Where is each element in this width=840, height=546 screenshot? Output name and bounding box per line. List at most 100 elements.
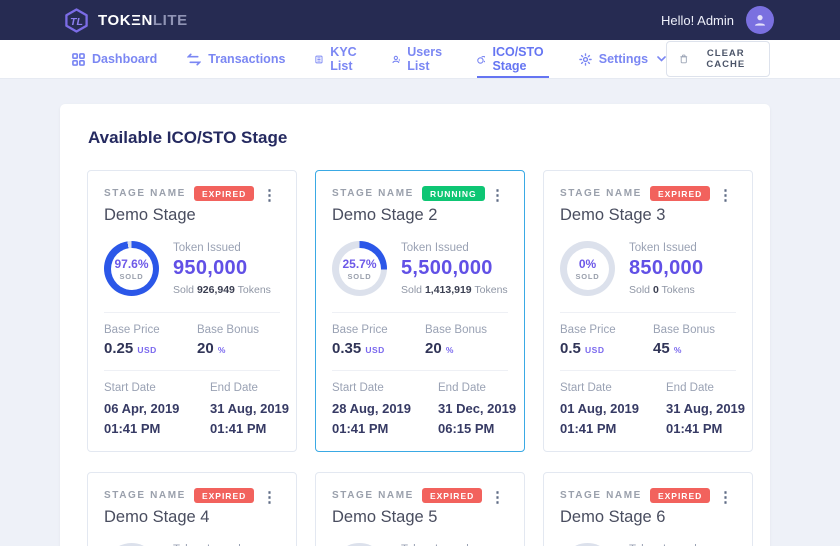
nav-item-ico-sto-stage[interactable]: ICO/STO Stage: [477, 40, 549, 78]
stage-card-6: STAGE NAME EXPIRED Demo Stage 6 ⋮ 0% SOL…: [543, 472, 753, 546]
base-price-label: Base Price: [560, 324, 643, 336]
chevron-down-icon: [657, 56, 666, 62]
nav-label: Settings: [599, 52, 648, 66]
percent-suffix: %: [674, 345, 682, 355]
base-bonus-value: 45 %: [653, 340, 736, 357]
page-title: Available ICO/STO Stage: [88, 128, 755, 148]
sold-tokens-value: 926,949: [197, 284, 235, 296]
token-issued-label: Token Issued: [173, 242, 271, 254]
user-avatar[interactable]: [746, 6, 774, 34]
stage-title: Demo Stage 5: [332, 508, 482, 527]
settings-icon: [579, 53, 592, 66]
stage-name-label: STAGE NAME: [104, 188, 186, 199]
transactions-icon: [187, 53, 201, 66]
kebab-menu-icon[interactable]: ⋮: [259, 186, 280, 225]
percent-suffix: %: [218, 345, 226, 355]
kebab-menu-icon[interactable]: ⋮: [715, 488, 736, 527]
tokenlite-logo-icon: TL: [64, 8, 89, 33]
stage-card-5: STAGE NAME EXPIRED Demo Stage 5 ⋮ 0% SOL…: [315, 472, 525, 546]
stage-name-label: STAGE NAME: [560, 490, 642, 501]
stage-title: Demo Stage: [104, 206, 254, 225]
nav-item-transactions[interactable]: Transactions: [187, 40, 285, 78]
nav-item-users-list[interactable]: Users List: [392, 40, 447, 78]
kyc-list-icon: [315, 53, 323, 66]
status-badge: EXPIRED: [194, 488, 254, 503]
status-badge: EXPIRED: [650, 488, 710, 503]
stage-name-label: STAGE NAME: [560, 188, 642, 199]
stage-title: Demo Stage 3: [560, 206, 710, 225]
nav-item-kyc-list[interactable]: KYC List: [315, 40, 361, 78]
sold-tokens-value: 1,413,919: [425, 284, 472, 296]
nav-label: ICO/STO Stage: [492, 45, 548, 73]
end-date-label: End Date: [666, 382, 762, 394]
sold-progress-donut: 25.7% SOLD: [332, 241, 387, 296]
svg-text:TL: TL: [70, 15, 83, 27]
base-bonus-value: 20 %: [425, 340, 508, 357]
stage-card-3: STAGE NAME EXPIRED Demo Stage 3 ⋮ 0% SOL…: [543, 170, 753, 452]
sold-word: SOLD: [347, 272, 371, 281]
clear-cache-button[interactable]: CLEAR CACHE: [666, 41, 770, 77]
token-issued-label: Token Issued: [401, 242, 508, 254]
sold-progress-donut: 97.6% SOLD: [104, 241, 159, 296]
token-issued-value: 5,500,000: [401, 257, 508, 280]
start-date-label: Start Date: [560, 382, 656, 394]
kebab-menu-icon[interactable]: ⋮: [715, 186, 736, 225]
stage-name-label: STAGE NAME: [332, 188, 414, 199]
kebab-menu-icon[interactable]: ⋮: [487, 488, 508, 527]
main-nav: Dashboard Transactions KYC List Users Li…: [0, 40, 840, 78]
content-panel: Available ICO/STO Stage STAGE NAME EXPIR…: [60, 104, 770, 546]
end-date-label: End Date: [210, 382, 306, 394]
kebab-menu-icon[interactable]: ⋮: [259, 488, 280, 527]
status-badge: RUNNING: [422, 186, 485, 201]
base-bonus-label: Base Bonus: [653, 324, 736, 336]
end-date-value: 31 Aug, 2019 01:41 PM: [210, 399, 306, 438]
sold-percentage: 0%: [579, 257, 596, 271]
user-icon: [753, 13, 767, 27]
stage-title: Demo Stage 2: [332, 206, 485, 225]
kebab-menu-icon[interactable]: ⋮: [487, 186, 508, 225]
base-price-value: 0.25 USD: [104, 340, 187, 357]
sold-tokens-line: Sold 0 Tokens: [629, 284, 703, 296]
top-header: TL TOKΞNLITE Hello! Admin: [0, 0, 840, 40]
brand[interactable]: TL TOKΞNLITE: [64, 8, 188, 33]
clear-cache-label: CLEAR CACHE: [696, 48, 756, 70]
stage-cards-grid: STAGE NAME EXPIRED Demo Stage ⋮ 97.6% SO…: [87, 170, 755, 546]
token-issued-value: 950,000: [173, 257, 271, 280]
base-price-label: Base Price: [332, 324, 415, 336]
nav-label: Users List: [407, 45, 446, 73]
end-date-value: 31 Aug, 2019 01:41 PM: [666, 399, 762, 438]
start-date-value: 28 Aug, 2019 01:41 PM: [332, 399, 428, 438]
stage-title: Demo Stage 4: [104, 508, 254, 527]
usd-suffix: USD: [585, 345, 604, 355]
start-date-value: 06 Apr, 2019 01:41 PM: [104, 399, 200, 438]
stage-card-1: STAGE NAME EXPIRED Demo Stage ⋮ 97.6% SO…: [87, 170, 297, 452]
sold-word: SOLD: [575, 272, 599, 281]
nav-item-dashboard[interactable]: Dashboard: [72, 40, 157, 78]
end-date-value: 31 Dec, 2019 06:15 PM: [438, 399, 534, 438]
base-price-value: 0.35 USD: [332, 340, 415, 357]
sold-tokens-line: Sold 1,413,919 Tokens: [401, 284, 508, 296]
usd-suffix: USD: [365, 345, 384, 355]
sold-percentage: 97.6%: [114, 257, 148, 271]
sold-tokens-value: 0: [653, 284, 659, 296]
start-date-label: Start Date: [332, 382, 428, 394]
nav-item-settings[interactable]: Settings: [579, 40, 666, 78]
nav-label: Transactions: [208, 52, 285, 66]
base-price-label: Base Price: [104, 324, 187, 336]
status-badge: EXPIRED: [650, 186, 710, 201]
percent-suffix: %: [446, 345, 454, 355]
end-date-label: End Date: [438, 382, 534, 394]
stage-name-label: STAGE NAME: [104, 490, 186, 501]
usd-suffix: USD: [137, 345, 156, 355]
stage-card-2: STAGE NAME RUNNING Demo Stage 2 ⋮ 25.7% …: [315, 170, 525, 452]
base-bonus-label: Base Bonus: [425, 324, 508, 336]
users-list-icon: [392, 53, 400, 66]
stage-icon: [477, 53, 486, 66]
stage-card-4: STAGE NAME EXPIRED Demo Stage 4 ⋮ 0% SOL…: [87, 472, 297, 546]
stage-name-label: STAGE NAME: [332, 490, 414, 501]
token-issued-label: Token Issued: [629, 242, 703, 254]
stage-title: Demo Stage 6: [560, 508, 710, 527]
start-date-label: Start Date: [104, 382, 200, 394]
status-badge: EXPIRED: [422, 488, 482, 503]
base-bonus-label: Base Bonus: [197, 324, 280, 336]
